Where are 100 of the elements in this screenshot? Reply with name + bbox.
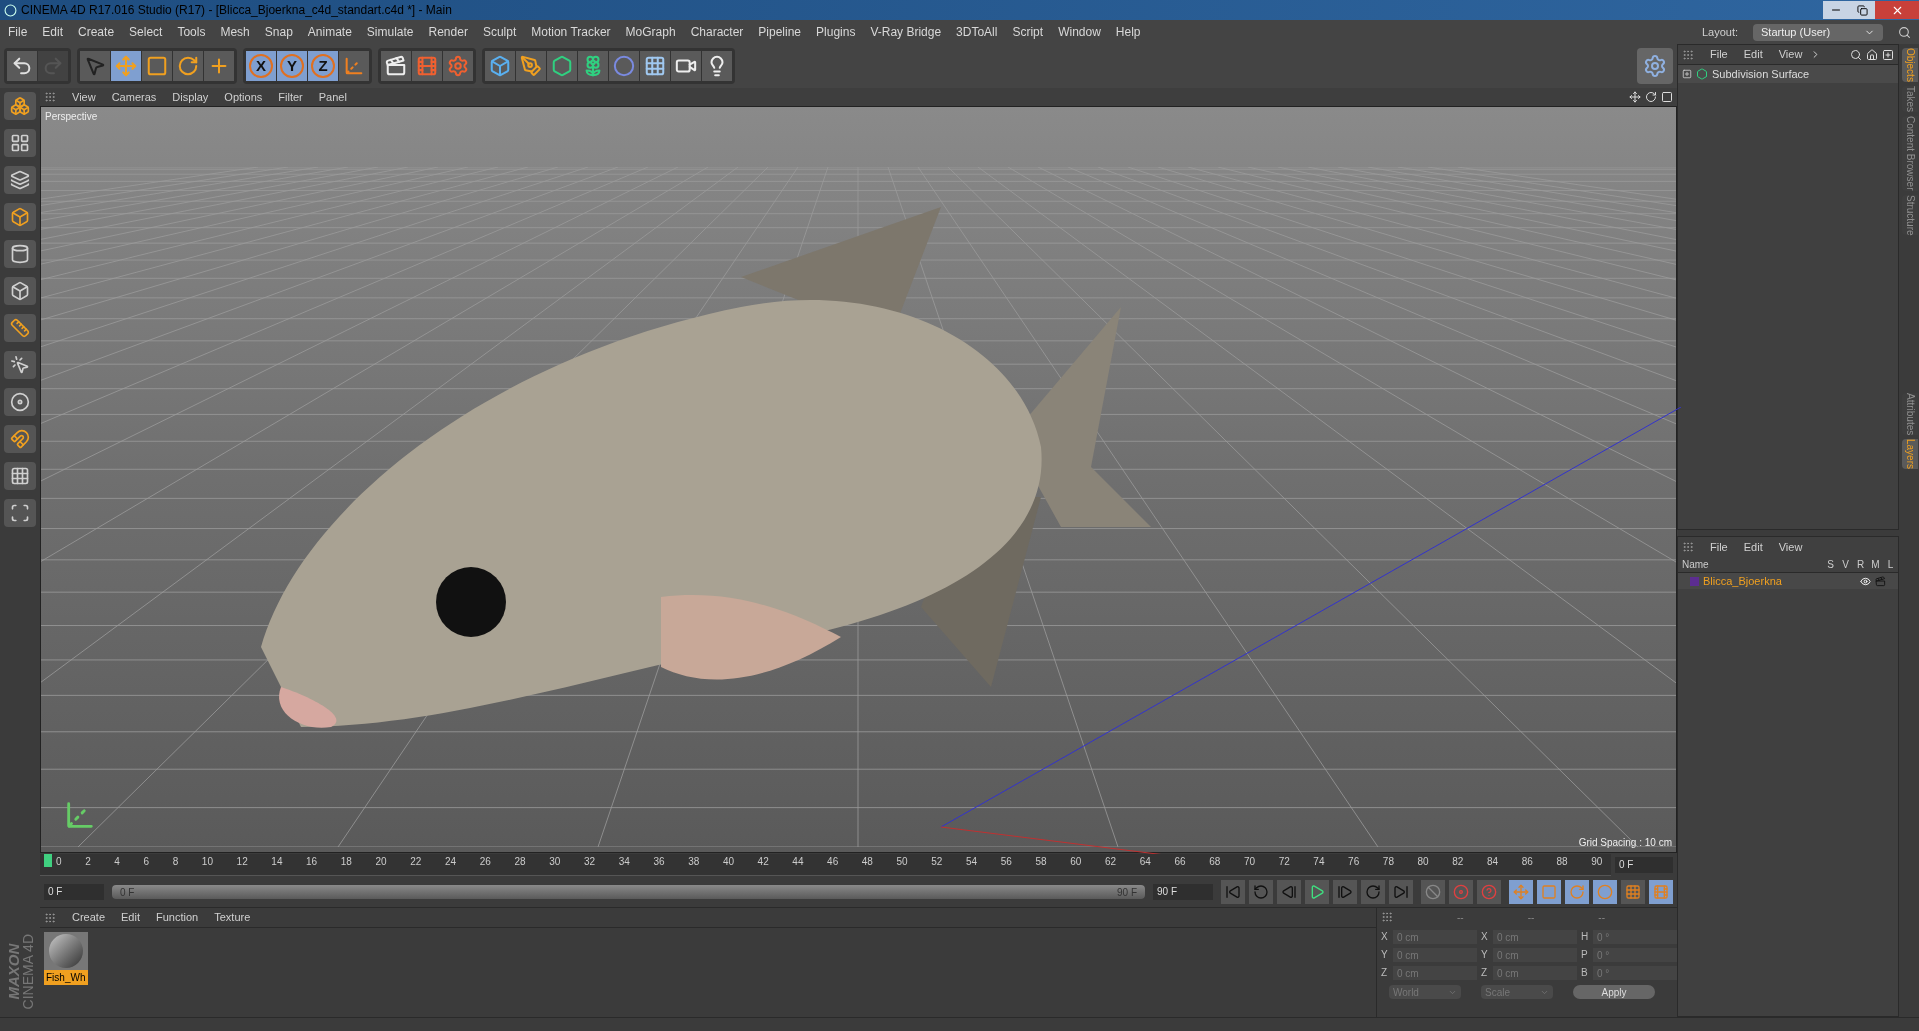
scale-tool-button[interactable] bbox=[142, 51, 172, 81]
mode-tool-button[interactable] bbox=[4, 314, 36, 342]
subdivision-tool-button[interactable] bbox=[547, 51, 577, 81]
menu-item[interactable]: Plugins bbox=[816, 23, 856, 41]
menu-item[interactable]: Render bbox=[428, 23, 468, 41]
close-button[interactable] bbox=[1875, 1, 1919, 19]
axis-lock-button[interactable]: Y bbox=[277, 51, 307, 81]
light-tool-button[interactable] bbox=[702, 51, 732, 81]
menu-item[interactable]: Create bbox=[72, 909, 106, 926]
tool-icon bbox=[10, 281, 30, 301]
menu-item[interactable]: 3DToAll bbox=[956, 23, 998, 41]
record-button[interactable] bbox=[1421, 880, 1445, 904]
record-button[interactable] bbox=[1449, 880, 1473, 904]
mode-tool-button[interactable] bbox=[4, 425, 36, 453]
select-tool-button[interactable] bbox=[80, 51, 110, 81]
menu-item[interactable]: Simulate bbox=[366, 23, 414, 41]
frame-number: 32 bbox=[583, 855, 596, 869]
playhead-marker[interactable] bbox=[44, 854, 52, 867]
end-frame-field[interactable]: 90 F bbox=[1153, 884, 1213, 900]
menu-item[interactable]: Cameras bbox=[111, 88, 157, 106]
camera-tool-button[interactable] bbox=[671, 51, 701, 81]
minimize-button[interactable] bbox=[1823, 1, 1849, 19]
python-button[interactable] bbox=[1637, 48, 1673, 84]
start-frame-field[interactable]: 0 F bbox=[44, 884, 104, 900]
menu-item[interactable]: Edit bbox=[121, 909, 140, 926]
menu-item[interactable]: Panel bbox=[318, 88, 347, 106]
key-mode-button[interactable] bbox=[1621, 880, 1645, 904]
render-settings-tool-button[interactable] bbox=[443, 51, 473, 81]
playback-button[interactable] bbox=[1221, 880, 1245, 904]
menu-item[interactable]: Display bbox=[172, 88, 209, 106]
menu-item[interactable]: Edit bbox=[1743, 46, 1763, 63]
menu-item[interactable]: File bbox=[1710, 46, 1728, 63]
undo-tool-button[interactable] bbox=[7, 51, 37, 81]
playback-button[interactable] bbox=[1389, 880, 1413, 904]
mode-tool-button[interactable] bbox=[4, 388, 36, 416]
menu-item[interactable]: Window bbox=[1058, 23, 1101, 41]
pen-tool-button[interactable] bbox=[516, 51, 546, 81]
menu-item[interactable]: Character bbox=[690, 23, 744, 41]
menu-item[interactable]: Sculpt bbox=[482, 23, 517, 41]
mode-tool-button[interactable] bbox=[4, 240, 36, 268]
menu-item[interactable]: Select bbox=[129, 23, 163, 41]
menu-item[interactable]: Edit bbox=[42, 23, 64, 41]
mode-tool-button[interactable] bbox=[4, 462, 36, 490]
menu-item[interactable]: Motion Tracker bbox=[531, 23, 611, 41]
axis-lock-button[interactable]: Z bbox=[308, 51, 338, 81]
menu-item[interactable]: File bbox=[8, 23, 28, 41]
deformer-tool-button[interactable] bbox=[609, 51, 639, 81]
layout-dropdown[interactable]: Startup (User) bbox=[1753, 23, 1883, 41]
floor-tool-button[interactable] bbox=[640, 51, 670, 81]
apply-button[interactable]: Apply bbox=[1573, 985, 1655, 999]
mode-tool-button[interactable] bbox=[4, 351, 36, 379]
menu-item[interactable]: View bbox=[72, 88, 96, 106]
cube-tool-button[interactable] bbox=[485, 51, 515, 81]
menu-item[interactable]: Snap bbox=[264, 23, 293, 41]
cloner-tool-button[interactable] bbox=[578, 51, 608, 81]
record-icon bbox=[1481, 884, 1497, 900]
object-row[interactable]: Subdivision Surface bbox=[1678, 65, 1898, 83]
material-swatch[interactable]: Fish_Wh bbox=[44, 932, 88, 985]
menu-item[interactable]: View bbox=[1778, 538, 1803, 556]
pan-icon bbox=[1629, 91, 1641, 103]
menu-item[interactable]: Animate bbox=[307, 23, 352, 41]
mode-tool-button[interactable] bbox=[4, 92, 36, 120]
current-frame-field[interactable]: 0 F bbox=[1615, 857, 1673, 873]
menu-item[interactable]: Pipeline bbox=[758, 23, 802, 41]
axis-lock-button[interactable]: X bbox=[246, 51, 276, 81]
render-view-tool-button[interactable] bbox=[381, 51, 411, 81]
rotate-tool-button[interactable] bbox=[173, 51, 203, 81]
layer-row[interactable]: Blicca_Bjoerkna bbox=[1678, 573, 1898, 589]
menu-item[interactable]: Mesh bbox=[220, 23, 250, 41]
mode-tool-button[interactable] bbox=[4, 203, 36, 231]
mode-tool-button[interactable] bbox=[4, 129, 36, 157]
maximize-button[interactable] bbox=[1849, 1, 1875, 19]
playback-button[interactable] bbox=[1249, 880, 1273, 904]
menu-item[interactable]: Script bbox=[1012, 23, 1044, 41]
menu-item[interactable]: Texture bbox=[214, 909, 251, 926]
render-icon bbox=[416, 55, 438, 77]
menu-item[interactable]: V-Ray Bridge bbox=[870, 23, 942, 41]
menu-item[interactable]: Options bbox=[224, 88, 263, 106]
menu-item[interactable]: Filter bbox=[278, 88, 303, 106]
menu-item[interactable]: Create bbox=[78, 23, 115, 41]
coords-tool-button[interactable] bbox=[339, 51, 369, 81]
new-panel-icon bbox=[1882, 48, 1894, 61]
mode-tool-button[interactable] bbox=[4, 166, 36, 194]
timeline-ruler[interactable]: 0 2 4 6 8 10 12 14 16 18 20 22 24 26 28 30 32 34 36 38 40 42 44 46 48 50 52 54 56 58 60 62 64 66 68 70 72 74 76 78 80 82 84 86 88 90 bbox=[40, 854, 1611, 876]
menu-item[interactable]: Help bbox=[1115, 23, 1141, 41]
playback-button[interactable] bbox=[1361, 880, 1385, 904]
live-tool-button[interactable] bbox=[204, 51, 234, 81]
menu-item[interactable]: Edit bbox=[1743, 538, 1763, 556]
playback-button[interactable] bbox=[1305, 880, 1329, 904]
record-button[interactable] bbox=[1477, 880, 1501, 904]
menu-item[interactable]: MoGraph bbox=[625, 23, 676, 41]
menu-item[interactable]: File bbox=[1710, 538, 1728, 556]
playback-button[interactable] bbox=[1277, 880, 1301, 904]
menu-item[interactable]: Function bbox=[156, 909, 199, 926]
playback-button[interactable] bbox=[1333, 880, 1357, 904]
mode-tool-button[interactable] bbox=[4, 277, 36, 305]
mode-tool-button[interactable] bbox=[4, 499, 36, 527]
menu-item[interactable]: View bbox=[1778, 46, 1803, 63]
menu-item[interactable]: Tools bbox=[177, 23, 206, 41]
material-sphere-preview bbox=[44, 932, 88, 970]
